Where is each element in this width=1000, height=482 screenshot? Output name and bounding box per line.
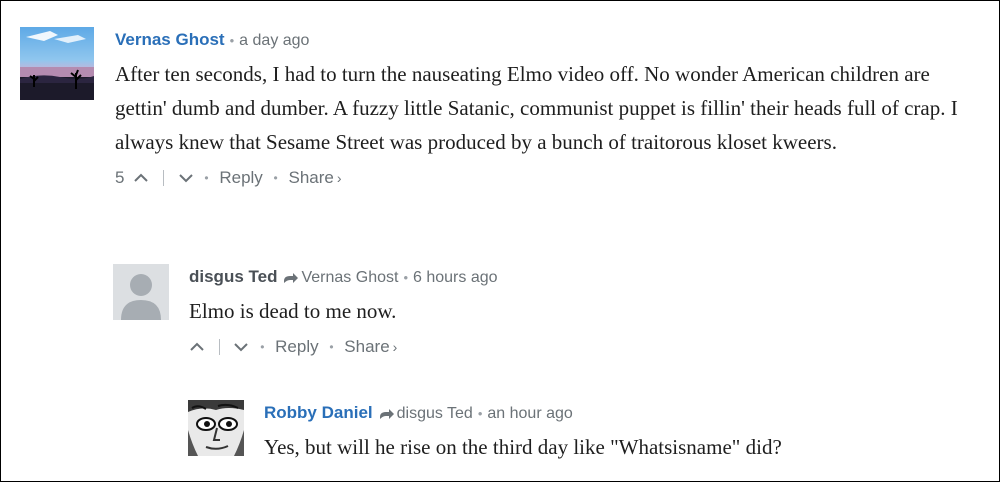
separator-dot: •: [477, 406, 483, 421]
comment-content: Vernas Ghost • a day ago After ten seconds…: [115, 27, 985, 189]
separator-dot: •: [204, 170, 209, 185]
timestamp[interactable]: an hour ago: [487, 405, 572, 422]
comment-text: After ten seconds, I had to turn the nau…: [115, 62, 958, 154]
upvote-count: 5: [115, 167, 125, 187]
reply-button[interactable]: Reply: [219, 166, 262, 190]
vote-divider: [218, 338, 220, 355]
comment-text: Yes, but will he rise on the third day l…: [264, 435, 782, 459]
separator-dot: •: [329, 339, 334, 354]
chevron-down-icon[interactable]: [233, 341, 249, 353]
chevron-up-icon[interactable]: [189, 341, 205, 353]
reply-arrow-icon: [283, 266, 299, 292]
share-label: Share: [288, 167, 334, 187]
comment-actions: 5 • Reply • Share ›: [115, 165, 985, 189]
comment-meta: Vernas Ghost • a day ago: [115, 27, 985, 53]
vote-divider: [162, 169, 164, 186]
in-reply-to[interactable]: Vernas Ghost: [301, 269, 398, 286]
timestamp[interactable]: a day ago: [239, 32, 309, 49]
avatar[interactable]: [20, 27, 94, 100]
share-chevron: ›: [392, 338, 398, 355]
comment-meta: Robby Daniel disgus Ted • an hour ago: [264, 400, 983, 426]
avatar[interactable]: [113, 264, 169, 320]
separator-dot: •: [260, 339, 265, 354]
separator-dot: •: [403, 270, 408, 285]
comment-meta: disgus Ted Vernas Ghost • 6 hours ago: [189, 264, 983, 290]
comment-content: disgus Ted Vernas Ghost • 6 hours ago Elmo …: [189, 264, 983, 358]
timestamp[interactable]: 6 hours ago: [413, 269, 498, 286]
reply-button[interactable]: Reply: [275, 335, 318, 359]
author-name[interactable]: disgus Ted: [189, 267, 277, 286]
in-reply-to[interactable]: disgus Ted: [397, 405, 473, 422]
default-user-avatar-icon: [113, 264, 169, 320]
share-button[interactable]: Share ›: [344, 334, 397, 359]
avatar[interactable]: [188, 400, 244, 456]
comment-text: Elmo is dead to me now.: [189, 299, 397, 323]
chevron-up-icon[interactable]: [133, 172, 149, 184]
share-label: Share: [344, 336, 390, 356]
chevron-down-icon[interactable]: [178, 172, 194, 184]
share-button[interactable]: Share ›: [288, 165, 341, 190]
separator-dot: •: [229, 33, 235, 48]
comment-content: Robby Daniel disgus Ted • an hour ago Yes, …: [264, 400, 983, 464]
sketch-face-avatar-image: [188, 400, 244, 456]
landscape-avatar-image: [20, 27, 94, 100]
share-chevron: ›: [336, 169, 342, 186]
separator-dot: •: [273, 170, 278, 185]
comments-panel: Vernas Ghost • a day ago After ten seconds…: [0, 0, 1000, 482]
author-name[interactable]: Vernas Ghost: [115, 30, 225, 49]
author-name[interactable]: Robby Daniel: [264, 403, 373, 422]
comment-actions: • Reply • Share ›: [189, 334, 983, 358]
reply-arrow-icon: [379, 402, 395, 428]
